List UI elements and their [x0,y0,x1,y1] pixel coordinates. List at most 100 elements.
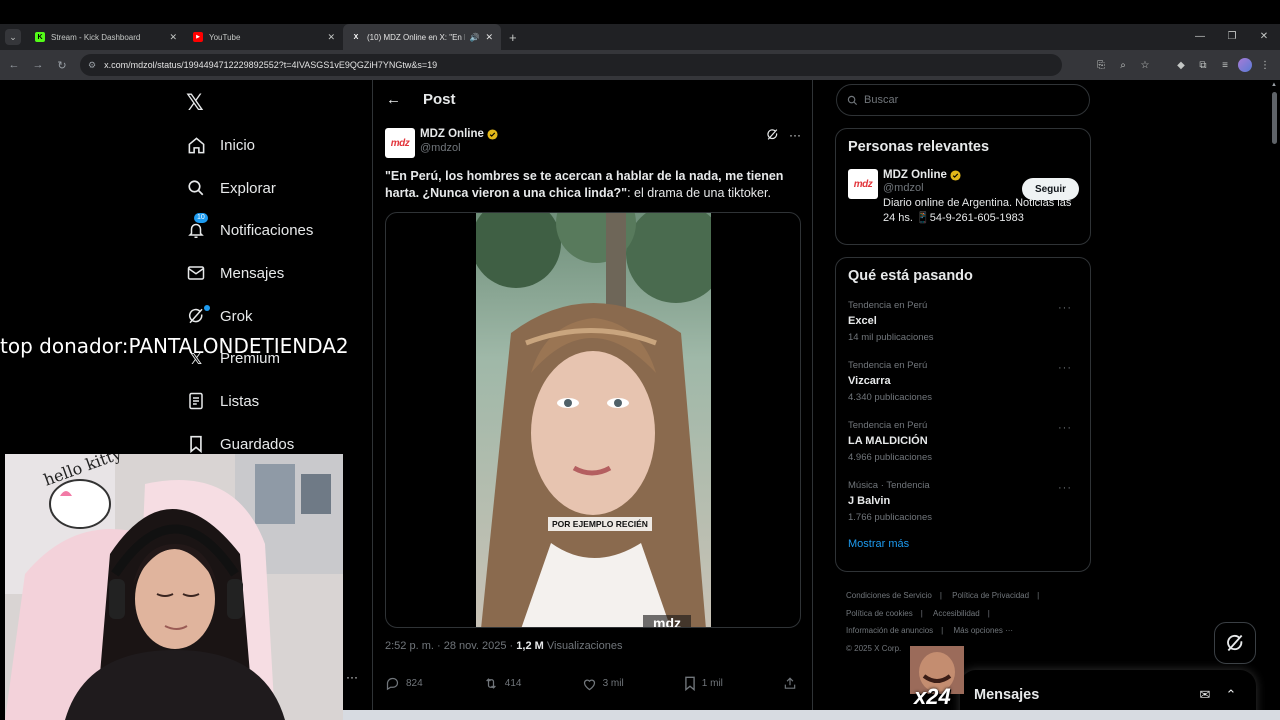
back-arrow-icon[interactable]: ← [386,91,401,108]
more-icon[interactable]: ··· [346,670,358,684]
install-app-icon[interactable]: ⎘ [1092,60,1110,71]
media-control-icon[interactable]: ≡ [1216,60,1234,71]
copyright: © 2025 X Corp. [846,643,902,653]
expand-icon[interactable]: ⌃ [1218,687,1244,703]
avatar[interactable]: mdz [848,169,878,199]
avatar[interactable]: mdz [385,128,415,158]
post-media[interactable]: POR EJEMPLO RECIÉN mdz [385,212,801,628]
footer-link[interactable]: Información de anuncios [846,626,933,635]
tab-title: YouTube [209,32,241,42]
tab-kick[interactable]: K Stream - Kick Dashboard ✕ [27,24,185,50]
profile-avatar[interactable] [1238,58,1252,72]
youtube-favicon-icon: ▶ [193,32,203,42]
grok-floating-button[interactable] [1214,622,1256,664]
close-icon[interactable]: ✕ [169,32,177,43]
footer-link[interactable]: Condiciones de Servicio [846,591,932,600]
author-handle[interactable]: @mdzol [420,142,498,154]
trend-item[interactable]: Tendencia en Perú LA MALDICIÓN 4.966 pub… [848,420,1078,480]
author-name-text: MDZ Online [420,128,484,140]
reply-icon [386,677,399,691]
sidebar-item-label: Mensajes [220,264,285,282]
scrollbar-thumb[interactable] [1272,92,1277,144]
reload-icon[interactable]: ↻ [50,59,74,72]
audio-icon[interactable]: 🔊 [469,33,479,42]
trend-topic: Excel [848,315,877,327]
tab-youtube[interactable]: ▶ YouTube ✕ [185,24,343,50]
tab-strip: ⌄ K Stream - Kick Dashboard ✕ ▶ YouTube … [0,24,1280,50]
top-donor-overlay: top donador:PANTALONDETIENDA2 [0,334,349,358]
scroll-up-icon[interactable]: ▲ [1271,82,1277,88]
grok-icon [1227,634,1243,652]
post-time[interactable]: 2:52 p. m. [385,640,434,652]
close-window-icon[interactable]: ✕ [1248,24,1280,50]
more-options-icon[interactable]: ··· [1058,302,1072,314]
sidebar-item-grok[interactable]: Grok [186,295,313,338]
close-icon[interactable]: ✕ [327,32,335,43]
sidebar-item-inicio[interactable]: Inicio [186,124,313,167]
minimize-icon[interactable]: — [1184,24,1216,50]
trend-item[interactable]: Música · Tendencia J Balvin 1.766 public… [848,480,1078,538]
grok-icon[interactable] [766,128,779,144]
repost-button[interactable]: 414 [483,676,521,691]
like-button[interactable]: 3 mil [582,676,624,691]
reply-button[interactable]: 824 [385,676,423,691]
toolbar-icons: ⎘ ⌕ ☆ ◆ ⧉ ≡ ⋮ [1092,50,1274,80]
search-input[interactable] [864,94,1064,106]
footer-link[interactable]: Accesibilidad [933,609,980,618]
bookmark-button[interactable]: 1 mil [684,676,723,691]
tab-x-post[interactable]: X (10) MDZ Online en X: "En P 🔊 ✕ [343,24,501,50]
sidebar-item-listas[interactable]: Listas [186,380,313,423]
url-text: x.com/mdzol/status/1994494712229892552?t… [104,60,438,70]
sidebar-item-explorar[interactable]: Explorar [186,167,313,210]
sidebar-item-label: Guardados [220,435,295,453]
post-action-bar: 824 414 3 mil 1 mil [385,676,801,691]
page-scrollbar[interactable]: ▲ [1270,80,1280,720]
new-tab-icon[interactable]: + [509,30,517,45]
sidebar-item-label: Listas [220,392,260,410]
list-icon [186,391,206,411]
extensions-puzzle-icon[interactable]: ⧉ [1194,60,1212,71]
bookmark-star-icon[interactable]: ☆ [1136,60,1154,71]
extension-diamond-icon[interactable]: ◆ [1172,60,1190,71]
sidebar-nav: Inicio Explorar 10 Notificaciones Mensaj… [186,124,313,466]
restore-icon[interactable]: ❐ [1216,24,1248,50]
sidebar-item-mensajes[interactable]: Mensajes [186,252,313,295]
trend-item[interactable]: Tendencia en Perú Excel 14 mil publicaci… [848,300,1078,360]
follow-button[interactable]: Seguir [1022,178,1079,200]
trend-context: Música · Tendencia [848,480,930,491]
forward-icon[interactable]: → [26,59,50,71]
footer-link[interactable]: Política de cookies [846,609,913,618]
more-options-icon[interactable]: ··· [1058,362,1072,374]
tab-search-icon[interactable]: ⌄ [5,29,21,45]
sidebar-item-notificaciones[interactable]: 10 Notificaciones [186,209,313,252]
trend-item[interactable]: Tendencia en Perú Vizcarra 4.340 publica… [848,360,1078,420]
back-icon[interactable]: ← [2,59,26,71]
post-date[interactable]: 28 nov. 2025 [444,640,507,652]
footer-link[interactable]: Política de Privacidad [952,591,1029,600]
url-field[interactable]: ⚙ x.com/mdzol/status/1994494712229892552… [80,54,1062,76]
post-meta: 2:52 p. m. · 28 nov. 2025 · 1,2 M Visual… [385,640,623,652]
browser-menu-icon[interactable]: ⋮ [1256,60,1274,71]
new-message-icon[interactable]: ✉ [1192,687,1218,703]
zoom-icon[interactable]: ⌕ [1114,60,1132,71]
site-info-icon[interactable]: ⚙ [88,60,96,71]
trend-topic: Vizcarra [848,375,891,387]
title-bar [0,0,1280,24]
more-options-icon[interactable]: ··· [1058,422,1072,434]
sidebar-item-label: Explorar [220,179,276,197]
more-options-icon[interactable]: ··· [1058,482,1072,494]
post-author[interactable]: mdz MDZ Online @mdzol [385,128,498,158]
close-icon[interactable]: ✕ [485,32,493,43]
video-caption: POR EJEMPLO RECIÉN [548,517,652,531]
more-options-icon[interactable]: ··· [789,128,801,144]
window-controls: — ❐ ✕ [1184,24,1280,50]
author-name[interactable]: MDZ Online [420,128,498,140]
sidebar-item-label: Grok [220,307,253,325]
share-button[interactable] [783,676,797,691]
footer-link[interactable]: Más opciones ··· [953,626,1013,635]
search-bar[interactable] [836,84,1090,116]
show-more-link[interactable]: Mostrar más [848,538,1078,550]
video-player[interactable] [476,213,711,627]
x-logo-icon[interactable]: 𝕏 [186,90,204,116]
views-label: Visualizaciones [546,640,623,652]
